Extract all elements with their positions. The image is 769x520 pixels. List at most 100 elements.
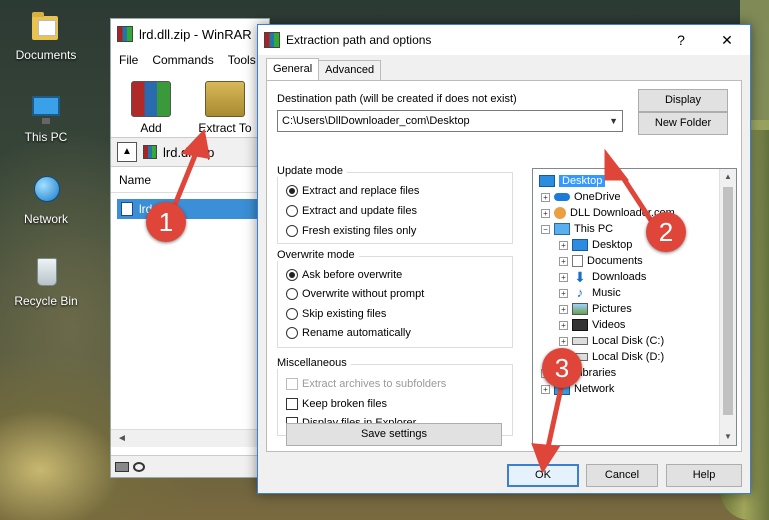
radio-icon xyxy=(286,225,298,237)
radio-label: Ask before overwrite xyxy=(302,269,403,281)
expand-icon[interactable]: + xyxy=(559,272,568,282)
tree-item-label: Videos xyxy=(592,319,626,331)
tree-item[interactable]: Desktop xyxy=(539,173,606,189)
radio-icon xyxy=(286,308,298,320)
desktop-icon-this-pc[interactable]: This PC xyxy=(6,92,86,144)
desktop-icon xyxy=(572,239,588,251)
column-header-name[interactable]: Name xyxy=(111,167,269,193)
expand-icon[interactable]: + xyxy=(541,208,550,218)
this-pc-icon xyxy=(554,223,570,235)
key-icon xyxy=(133,461,145,472)
radio-icon xyxy=(286,288,298,300)
overwrite-mode-title: Overwrite mode xyxy=(277,249,359,261)
winrar-app-icon xyxy=(117,26,133,42)
help-button[interactable]: ? xyxy=(658,25,704,55)
expand-icon[interactable]: + xyxy=(559,240,568,250)
radio-extract-replace[interactable]: Extract and replace files xyxy=(286,185,419,197)
tab-general[interactable]: General xyxy=(266,58,320,80)
menu-tools[interactable]: Tools xyxy=(228,53,256,67)
extract-to-button[interactable]: Extract To xyxy=(195,71,255,137)
help-dialog-button[interactable]: Help xyxy=(666,464,742,487)
checkbox-keep-broken[interactable]: Keep broken files xyxy=(286,398,387,410)
onedrive-icon xyxy=(554,193,570,201)
tree-item[interactable]: + ⬇ Downloads xyxy=(559,269,646,285)
close-button[interactable]: ✕ xyxy=(704,25,750,55)
tree-item-label: Network xyxy=(574,383,615,395)
desktop-icon-documents[interactable]: Documents xyxy=(6,10,86,62)
up-folder-button[interactable]: ▲ xyxy=(117,142,137,162)
scroll-up-icon[interactable]: ▲ xyxy=(720,169,736,185)
tree-item-label: Desktop xyxy=(592,239,633,251)
expand-icon[interactable]: + xyxy=(559,256,568,266)
destination-path-value: C:\Users\DllDownloader_com\Desktop xyxy=(282,115,470,127)
winrar-pathbar: ▲ lrd.dll.zip xyxy=(111,137,269,167)
add-button[interactable]: Add xyxy=(121,71,181,137)
tree-item[interactable]: + Desktop xyxy=(559,237,632,253)
radio-label: Rename automatically xyxy=(302,327,411,339)
radio-ask-before[interactable]: Ask before overwrite xyxy=(286,269,402,281)
expand-icon[interactable]: + xyxy=(541,192,550,202)
ok-button[interactable]: OK xyxy=(507,464,579,487)
radio-label: Skip existing files xyxy=(302,308,387,320)
file-row[interactable]: lrd.dll xyxy=(117,199,257,219)
drive-icon xyxy=(115,461,129,472)
radio-label: Fresh existing files only xyxy=(302,225,417,237)
menu-commands[interactable]: Commands xyxy=(152,53,213,67)
archive-path[interactable]: lrd.dll.zip xyxy=(163,145,214,160)
radio-fresh-existing[interactable]: Fresh existing files only xyxy=(286,225,416,237)
collapse-icon[interactable]: − xyxy=(541,224,550,234)
winrar-titlebar[interactable]: lrd.dll.zip - WinRAR xyxy=(111,19,269,49)
tree-item[interactable]: + OneDrive xyxy=(541,189,620,205)
checkbox-label: Extract archives to subfolders xyxy=(302,378,447,390)
expand-icon[interactable]: + xyxy=(541,384,550,394)
tree-item-label: Desktop xyxy=(559,175,606,187)
tree-scrollbar[interactable]: ▲ ▼ xyxy=(719,169,736,445)
dialog-titlebar[interactable]: Extraction path and options ? ✕ xyxy=(258,25,750,55)
checkbox-extract-subfolders[interactable]: Extract archives to subfolders xyxy=(286,378,446,390)
radio-extract-update[interactable]: Extract and update files xyxy=(286,205,417,217)
winrar-menubar: File Commands Tools xyxy=(111,49,269,71)
expand-icon[interactable]: + xyxy=(559,304,568,314)
new-folder-button[interactable]: New Folder xyxy=(638,112,728,135)
music-icon: ♪ xyxy=(576,285,584,300)
menu-file[interactable]: File xyxy=(119,53,138,67)
radio-label: Extract and update files xyxy=(302,205,417,217)
tree-item[interactable]: + ♪ Music xyxy=(559,285,621,301)
radio-label: Extract and replace files xyxy=(302,185,420,197)
this-pc-icon xyxy=(28,92,64,126)
tab-advanced[interactable]: Advanced xyxy=(318,60,382,80)
save-settings-button[interactable]: Save settings xyxy=(286,423,502,446)
cancel-button[interactable]: Cancel xyxy=(586,464,658,487)
tree-item[interactable]: + Local Disk (C:) xyxy=(559,333,664,349)
winrar-app-icon xyxy=(264,32,280,48)
overwrite-mode-group: Overwrite mode Ask before overwrite Over… xyxy=(277,249,513,348)
radio-label: Overwrite without prompt xyxy=(302,288,425,300)
desktop-icon xyxy=(539,175,555,187)
expand-icon[interactable]: + xyxy=(559,320,568,330)
radio-overwrite-without[interactable]: Overwrite without prompt xyxy=(286,288,424,300)
dialog-title: Extraction path and options xyxy=(286,33,432,47)
scroll-down-icon[interactable]: ▼ xyxy=(720,429,736,445)
display-button[interactable]: Display xyxy=(638,89,728,112)
desktop-icon-label: Network xyxy=(23,212,68,226)
desktop-icon-recycle-bin[interactable]: Recycle Bin xyxy=(6,256,86,308)
recycle-bin-icon xyxy=(28,256,64,290)
radio-skip-existing[interactable]: Skip existing files xyxy=(286,308,386,320)
desktop-icon-network[interactable]: Network xyxy=(6,174,86,226)
chevron-down-icon[interactable]: ▼ xyxy=(609,111,618,131)
tree-item[interactable]: + Videos xyxy=(559,317,625,333)
destination-path-combobox[interactable]: C:\Users\DllDownloader_com\Desktop ▼ xyxy=(277,110,623,132)
scroll-thumb[interactable] xyxy=(723,187,733,415)
tree-item[interactable]: + Pictures xyxy=(559,301,632,317)
expand-icon[interactable]: + xyxy=(559,336,568,346)
step-badge-2: 2 xyxy=(646,212,686,252)
tree-item[interactable]: + Documents xyxy=(559,253,643,269)
folder-tree[interactable]: Desktop + OneDrive + DLL Downloader.com − This… xyxy=(532,168,737,446)
radio-selected-icon xyxy=(286,269,298,281)
column-name-label: Name xyxy=(119,172,152,187)
winrar-window: lrd.dll.zip - WinRAR File Commands Tools… xyxy=(110,18,271,478)
expand-icon[interactable]: + xyxy=(559,288,568,298)
radio-rename-auto[interactable]: Rename automatically xyxy=(286,327,411,339)
horizontal-scrollbar[interactable]: ◄ xyxy=(111,429,271,447)
tree-item[interactable]: − This PC xyxy=(541,221,613,237)
